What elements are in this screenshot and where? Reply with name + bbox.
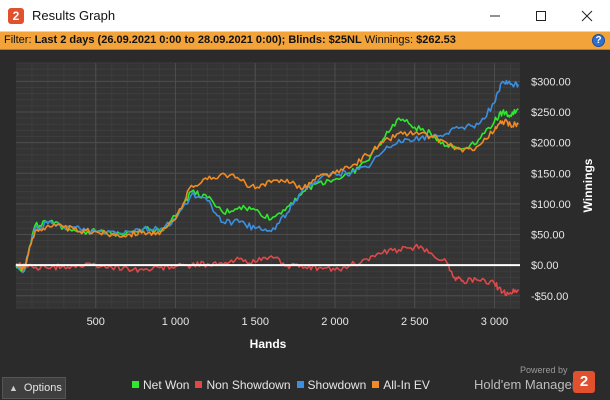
filter-bar[interactable]: Filter: Last 2 days (26.09.2021 0:00 to … [0, 32, 610, 50]
legend-swatch [296, 381, 304, 388]
x-tick-label: 1 500 [241, 316, 269, 328]
results-chart: 500 1 000 1 500 2 000 2 500 3 000 -$50.00 $0.00… [0, 51, 610, 371]
legend-item[interactable]: All-In EV [372, 378, 430, 392]
y-tick-label: $0.00 [531, 260, 559, 272]
legend-swatch [372, 381, 380, 388]
winnings-value: $262.53 [416, 34, 456, 46]
y-tick-label: $100.00 [531, 199, 571, 211]
minimize-icon [490, 15, 500, 17]
minimize-button[interactable] [472, 0, 518, 32]
y-tick-label: $200.00 [531, 138, 571, 150]
chart-legend: Net Won Non Showdown Showdown All-In EV [132, 378, 436, 392]
maximize-icon [536, 11, 546, 21]
legend-item[interactable]: Showdown [296, 378, 367, 392]
x-tick-label: 1 000 [162, 316, 190, 328]
options-label: Options [23, 382, 62, 394]
y-axis-label: Winnings [581, 158, 595, 212]
legend-swatch [132, 381, 139, 388]
title-bar: 2 Results Graph [0, 0, 610, 32]
powered-by-label: Powered by [520, 365, 568, 375]
x-tick-label: 3 000 [481, 316, 509, 328]
y-tick-label: $300.00 [531, 76, 571, 88]
brand-name: Hold'em Manager [474, 377, 577, 392]
filter-blinds: Blinds: $25NL [288, 34, 362, 46]
y-tick-label: $150.00 [531, 168, 571, 180]
x-axis-label: Hands [250, 337, 287, 351]
close-button[interactable] [564, 0, 610, 32]
winnings-label: Winnings: [364, 34, 414, 46]
help-icon[interactable]: ? [592, 34, 605, 47]
close-icon [581, 10, 593, 22]
x-tick-label: 2 500 [401, 316, 429, 328]
legend-item[interactable]: Non Showdown [195, 378, 291, 392]
legend-label: Non Showdown [206, 378, 291, 392]
app-logo-icon: 2 [8, 8, 24, 24]
options-button[interactable]: ▲ Options [2, 377, 66, 399]
filter-label: Filter: [4, 34, 32, 46]
filter-range: Last 2 days (26.09.2021 0:00 to 28.09.20… [34, 34, 286, 46]
results-chart-svg: 500 1 000 1 500 2 000 2 500 3 000 -$50.00 $0.00… [15, 62, 595, 351]
caret-up-icon: ▲ [9, 383, 18, 393]
y-tick-label: $50.00 [531, 230, 565, 242]
legend-label: Net Won [143, 378, 190, 392]
y-tick-label: -$50.00 [531, 291, 568, 303]
maximize-button[interactable] [518, 0, 564, 32]
legend-swatch [195, 381, 203, 388]
brand-logo-icon: 2 [573, 371, 595, 393]
legend-label: All-In EV [383, 378, 430, 392]
window-title: Results Graph [32, 8, 116, 23]
legend-item[interactable]: Net Won [132, 378, 189, 392]
x-tick-label: 2 000 [321, 316, 349, 328]
x-tick-label: 500 [87, 316, 105, 328]
y-tick-label: $250.00 [531, 107, 571, 119]
legend-label: Showdown [307, 378, 367, 392]
bottom-bar: ▲ Options Net Won Non Showdown Showdown All-… [0, 365, 610, 400]
